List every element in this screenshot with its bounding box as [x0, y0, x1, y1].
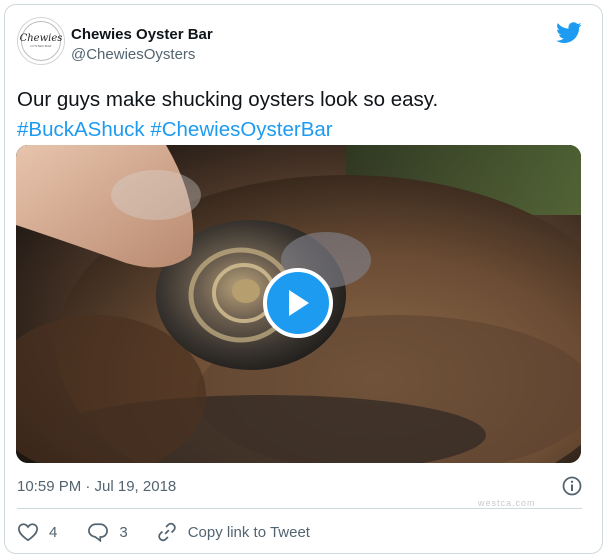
copy-link-button[interactable]: Copy link to Tweet — [156, 521, 310, 543]
tweet-text: Our guys make shucking oysters look so e… — [17, 85, 438, 145]
tweet-timestamp[interactable]: 10:59 PM · Jul 19, 2018 — [17, 478, 176, 495]
account-handle[interactable]: @ChewiesOysters — [71, 46, 195, 63]
info-icon[interactable] — [561, 475, 583, 497]
avatar-logo: Chewies OYSTER BAR — [19, 21, 63, 61]
avatar-text: Chewies — [19, 33, 63, 44]
video-player[interactable] — [16, 145, 581, 463]
divider — [17, 508, 582, 509]
hashtag-buckashuck[interactable]: #BuckAShuck — [17, 118, 145, 141]
avatar-subtext: OYSTER BAR — [30, 44, 52, 48]
like-count: 4 — [49, 523, 58, 541]
avatar[interactable]: Chewies OYSTER BAR — [17, 17, 65, 65]
twitter-bird-icon[interactable] — [556, 22, 582, 44]
reply-count: 3 — [119, 523, 128, 541]
tweet-body: Our guys make shucking oysters look so e… — [17, 88, 439, 111]
like-button[interactable]: 4 — [17, 522, 57, 542]
hashtag-chewiesoysterbar[interactable]: #ChewiesOysterBar — [150, 118, 332, 141]
watermark: westca.com — [478, 498, 536, 508]
copy-link-label: Copy link to Tweet — [187, 523, 310, 541]
reply-icon — [88, 523, 109, 542]
tweet-actions: 4 3 Copy link to Tweet — [17, 520, 310, 544]
play-icon — [289, 290, 309, 316]
heart-icon — [18, 523, 38, 542]
display-name[interactable]: Chewies Oyster Bar — [71, 26, 213, 43]
reply-button[interactable]: 3 — [87, 522, 128, 542]
link-icon — [157, 522, 176, 542]
tweet-hashtags: #BuckAShuck #ChewiesOysterBar — [17, 115, 438, 145]
play-button[interactable] — [263, 268, 333, 338]
